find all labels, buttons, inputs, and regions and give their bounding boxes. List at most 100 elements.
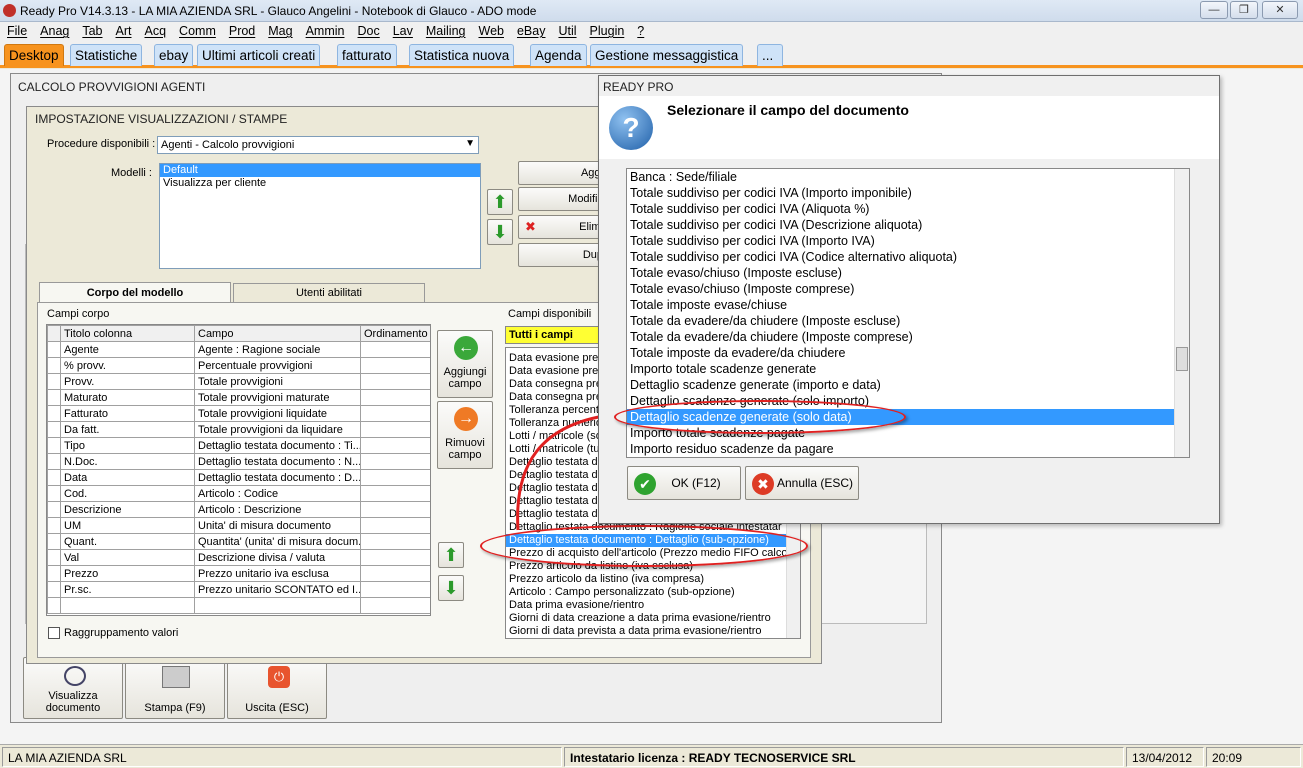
- scrollbar-thumb[interactable]: [1176, 347, 1188, 371]
- table-row[interactable]: Prezzo Prezzo unitario iva esclusa: [47, 565, 430, 582]
- cell-campo[interactable]: Dettaglio testata documento : N...: [194, 453, 361, 470]
- cell-titolo[interactable]: Pr.sc.: [60, 581, 195, 598]
- cell-ordinamento[interactable]: [360, 485, 430, 502]
- cell-titolo[interactable]: UM: [60, 517, 195, 534]
- document-field-item[interactable]: Totale da evadere/da chiudere (Imposte c…: [627, 329, 1189, 345]
- move-down-field-button[interactable]: ⬇: [438, 575, 464, 601]
- table-row[interactable]: Agente Agente : Ragione sociale: [47, 341, 430, 358]
- group-values-checkbox[interactable]: [48, 627, 60, 639]
- available-field-item[interactable]: Giorni di data prevista a data prima eva…: [506, 625, 800, 638]
- menu-lav[interactable]: Lav: [386, 22, 419, 38]
- menu-web[interactable]: Web: [472, 22, 510, 38]
- tab-statistica-nuova[interactable]: Statistica nuova: [409, 44, 515, 66]
- tab-ultimi-articoli[interactable]: Ultimi articoli creati: [197, 44, 321, 66]
- available-field-item[interactable]: Articolo : Campo personalizzato (sub-opz…: [506, 586, 800, 599]
- subtab-utenti[interactable]: Utenti abilitati: [233, 283, 425, 302]
- cell-ordinamento[interactable]: [360, 341, 430, 358]
- table-row[interactable]: Da fatt. Totale provvigioni da liquidare: [47, 421, 430, 438]
- cell-campo[interactable]: Dettaglio testata documento : Ti...: [194, 437, 361, 454]
- column-header-ordinamento[interactable]: Ordinamento: [360, 325, 430, 342]
- cell-campo[interactable]: Prezzo unitario SCONTATO ed I...: [194, 581, 361, 598]
- tab-ebay[interactable]: ebay: [154, 44, 194, 66]
- table-row[interactable]: N.Doc. Dettaglio testata documento : N...: [47, 453, 430, 470]
- menu-acq[interactable]: Acq: [138, 22, 173, 38]
- cell-ordinamento[interactable]: [360, 517, 430, 534]
- exit-button[interactable]: ⏻ Uscita (ESC): [227, 657, 327, 719]
- menu-mag[interactable]: Mag: [261, 22, 298, 38]
- cell-ordinamento[interactable]: [360, 357, 430, 374]
- table-row[interactable]: Provv. Totale provvigioni: [47, 373, 430, 390]
- menu-mailing[interactable]: Mailing: [419, 22, 472, 38]
- cell-titolo[interactable]: Val: [60, 549, 195, 566]
- document-field-item[interactable]: Totale da evadere/da chiudere (Imposte e…: [627, 313, 1189, 329]
- table-row[interactable]: % provv. Percentuale provvigioni: [47, 357, 430, 374]
- cell-titolo[interactable]: Maturato: [60, 389, 195, 406]
- tab-gestione-messaggistica[interactable]: Gestione messaggistica: [590, 44, 744, 66]
- cell-ordinamento[interactable]: [360, 469, 430, 486]
- table-row[interactable]: Pr.sc. Prezzo unitario SCONTATO ed I...: [47, 581, 430, 598]
- cell-campo[interactable]: Unita' di misura documento: [194, 517, 361, 534]
- column-header-titolo[interactable]: Titolo colonna: [60, 325, 195, 342]
- cell-ordinamento[interactable]: [360, 581, 430, 598]
- cell-campo[interactable]: Percentuale provvigioni: [194, 357, 361, 374]
- cell-ordinamento[interactable]: [360, 373, 430, 390]
- cell-campo[interactable]: Totale provvigioni liquidate: [194, 405, 361, 422]
- document-field-item[interactable]: Totale imposte evase/chiuse: [627, 297, 1189, 313]
- menu-help[interactable]: ?: [630, 22, 650, 38]
- cell-ordinamento[interactable]: [360, 565, 430, 582]
- table-row[interactable]: Tipo Dettaglio testata documento : Ti...: [47, 437, 430, 454]
- cell-campo[interactable]: Articolo : Descrizione: [194, 501, 361, 518]
- table-row[interactable]: Maturato Totale provvigioni maturate: [47, 389, 430, 406]
- available-field-item[interactable]: Prezzo articolo da listino (iva compresa…: [506, 573, 800, 586]
- cell-titolo[interactable]: Tipo: [60, 437, 195, 454]
- table-row[interactable]: Quant. Quantita' (unita' di misura docum.…: [47, 533, 430, 550]
- cell-campo[interactable]: Articolo : Codice: [194, 485, 361, 502]
- document-field-item[interactable]: Totale suddiviso per codici IVA (Descriz…: [627, 217, 1189, 233]
- table-row[interactable]: Descrizione Articolo : Descrizione: [47, 501, 430, 518]
- menu-art[interactable]: Art: [109, 22, 138, 38]
- menu-file[interactable]: File: [0, 22, 33, 38]
- cell-titolo[interactable]: Cod.: [60, 485, 195, 502]
- table-row[interactable]: UM Unita' di misura documento: [47, 517, 430, 534]
- move-up-field-button[interactable]: ⬆: [438, 542, 464, 568]
- tab-fatturato[interactable]: fatturato: [337, 44, 397, 66]
- cell-ordinamento[interactable]: [360, 533, 430, 550]
- procedure-select[interactable]: Agenti - Calcolo provvigioni ▼: [157, 136, 479, 154]
- cell-titolo[interactable]: Data: [60, 469, 195, 486]
- cell-titolo[interactable]: % provv.: [60, 357, 195, 374]
- delete-model-button[interactable]: ✖ Elimi: [518, 215, 608, 239]
- cell-titolo[interactable]: Agente: [60, 341, 195, 358]
- cell-campo[interactable]: Totale provvigioni da liquidare: [194, 421, 361, 438]
- print-button[interactable]: Stampa (F9): [125, 657, 225, 719]
- dialog-list-scrollbar[interactable]: [1174, 169, 1189, 457]
- minimize-button[interactable]: —: [1200, 1, 1228, 19]
- remove-field-button[interactable]: → Rimuovi campo: [437, 401, 493, 469]
- tab-desktop[interactable]: Desktop: [4, 44, 64, 66]
- model-item-default[interactable]: Default: [160, 164, 480, 177]
- move-down-model-button[interactable]: ⬇: [487, 219, 513, 245]
- maximize-button[interactable]: ❐: [1230, 1, 1258, 19]
- cell-campo[interactable]: Totale provvigioni maturate: [194, 389, 361, 406]
- duplicate-model-button[interactable]: Dup: [518, 243, 608, 267]
- ok-button[interactable]: ✔ OK (F12): [627, 466, 741, 500]
- available-field-item[interactable]: Data prima evasione/rientro: [506, 599, 800, 612]
- document-field-item[interactable]: Totale imposte da evadere/da chiudere: [627, 345, 1189, 361]
- document-field-item[interactable]: Totale suddiviso per codici IVA (Codice …: [627, 249, 1189, 265]
- cell-campo[interactable]: Totale provvigioni: [194, 373, 361, 390]
- document-field-item[interactable]: Totale evaso/chiuso (Imposte escluse): [627, 265, 1189, 281]
- cell-titolo[interactable]: N.Doc.: [60, 453, 195, 470]
- cell-campo[interactable]: Quantita' (unita' di misura docum...: [194, 533, 361, 550]
- table-row[interactable]: Cod. Articolo : Codice: [47, 485, 430, 502]
- cell-ordinamento[interactable]: [360, 549, 430, 566]
- cell-ordinamento[interactable]: [360, 453, 430, 470]
- tab-agenda[interactable]: Agenda: [530, 44, 587, 66]
- menu-plugin[interactable]: Plugin: [583, 22, 631, 38]
- cell-titolo[interactable]: Descrizione: [60, 501, 195, 518]
- cell-ordinamento[interactable]: [360, 437, 430, 454]
- document-field-item[interactable]: Importo totale scadenze generate: [627, 361, 1189, 377]
- menu-tab[interactable]: Tab: [75, 22, 108, 38]
- cell-ordinamento[interactable]: [360, 501, 430, 518]
- cell-campo[interactable]: Descrizione divisa / valuta: [194, 549, 361, 566]
- table-row[interactable]: Fatturato Totale provvigioni liquidate: [47, 405, 430, 422]
- cancel-button[interactable]: ✖ Annulla (ESC): [745, 466, 859, 500]
